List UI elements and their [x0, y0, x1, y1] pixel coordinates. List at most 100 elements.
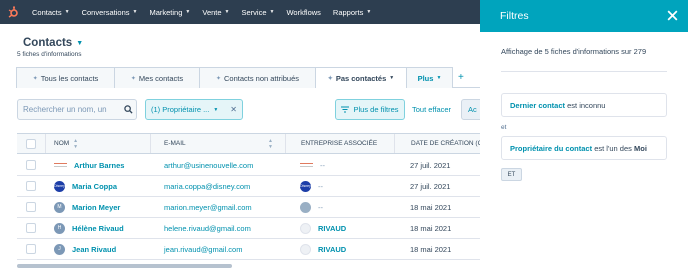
row-select[interactable]: [26, 239, 36, 259]
avatar-text: Disney: [54, 184, 65, 188]
contact-name-link[interactable]: Maria Coppa: [72, 182, 117, 191]
contact-name-link[interactable]: Arthur Barnes: [74, 161, 124, 170]
tab-my-contacts[interactable]: ✦ Mes contacts: [114, 67, 200, 88]
avatar-text: H: [57, 225, 62, 231]
table-row[interactable]: H Hélène Rivaud helene.rivaud@gmail.com R…: [17, 218, 480, 239]
checkbox[interactable]: [26, 160, 36, 170]
nav-item-vente[interactable]: Vente ▼: [196, 8, 235, 17]
panel-title: Filtres: [500, 10, 529, 22]
tab-more-views[interactable]: Plus ▼: [406, 67, 453, 88]
pin-icon: ✦: [32, 75, 38, 82]
email-cell: maria.coppa@disney.com: [164, 176, 250, 196]
sort-icon[interactable]: ▲ ▼: [73, 138, 78, 150]
nav-item-rapports[interactable]: Rapports ▼: [327, 8, 377, 17]
tab-label: Tous les contacts: [40, 73, 99, 83]
email-link[interactable]: marion.meyer@gmail.com: [164, 203, 252, 212]
contact-name-link[interactable]: Hélène Rivaud: [72, 224, 124, 233]
tab-all-contacts[interactable]: ✦ Tous les contacts: [16, 67, 115, 88]
record-count: 5 fiches d'informations: [17, 51, 82, 58]
search-input[interactable]: Rechercher un nom, un: [17, 99, 137, 120]
company-cell: RIVAUD: [300, 239, 346, 259]
checkbox[interactable]: [26, 244, 36, 254]
results-summary: Affichage de 5 fiches d'informations sur…: [501, 47, 647, 56]
filter-property: Dernier contact: [510, 100, 566, 110]
email-link[interactable]: helene.rivaud@gmail.com: [164, 224, 251, 233]
chevron-down-icon: ▼: [76, 39, 84, 47]
sort-icon[interactable]: ▲ ▼: [268, 134, 273, 153]
filter-condition: est l'un des: [592, 143, 634, 153]
divider: [501, 71, 667, 72]
table-row[interactable]: Arthur Barnes arthur@usinenouvelle.com -…: [17, 155, 480, 176]
table-row[interactable]: J Jean Rivaud jean.rivaud@gmail.com RIVAU…: [17, 239, 480, 260]
column-header-company[interactable]: ENTREPRISE ASSOCIÉE: [301, 134, 377, 153]
nav-item-label: Contacts: [32, 7, 62, 17]
tab-unassigned-contacts[interactable]: ✦ Contacts non attribués: [199, 67, 316, 88]
checkbox[interactable]: [26, 202, 36, 212]
nav-item-label: Marketing: [149, 7, 183, 17]
email-link[interactable]: arthur@usinenouvelle.com: [164, 161, 253, 170]
add-view-icon[interactable]: +: [458, 67, 464, 87]
more-filters-button[interactable]: Plus de filtres: [335, 99, 405, 120]
email-cell: helene.rivaud@gmail.com: [164, 218, 251, 238]
contact-name-link[interactable]: Jean Rivaud: [72, 245, 116, 254]
table-row[interactable]: M Marion Meyer marion.meyer@gmail.com -- …: [17, 197, 480, 218]
avatar-text: Disney: [300, 184, 311, 188]
table-row[interactable]: Disney Maria Coppa maria.coppa@disney.com…: [17, 176, 480, 197]
tab-label: Pas contactés: [335, 73, 387, 83]
row-select[interactable]: [26, 197, 36, 217]
nav-item-marketing[interactable]: Marketing ▼: [143, 8, 196, 17]
search-icon[interactable]: [120, 105, 136, 114]
nav-item-label: Workflows: [286, 7, 321, 17]
checkbox[interactable]: [26, 138, 36, 149]
company-name: --: [318, 202, 323, 212]
created-date-cell: 27 juil. 2021: [410, 176, 450, 196]
hubspot-sprocket-icon[interactable]: [0, 0, 26, 24]
column-label: NOM: [54, 140, 70, 147]
filter-chip-label: (1) Propriétaire ...: [151, 105, 210, 114]
row-select[interactable]: [26, 155, 36, 175]
checkbox[interactable]: [26, 223, 36, 233]
company-name[interactable]: RIVAUD: [318, 245, 346, 254]
company-avatar: [300, 163, 313, 167]
contact-avatar: J: [54, 243, 65, 255]
clear-all-link[interactable]: Tout effacer: [412, 105, 451, 114]
email-link[interactable]: maria.coppa@disney.com: [164, 182, 250, 191]
nav-item-conversations[interactable]: Conversations ▼: [76, 8, 144, 17]
filter-card-last-contacted[interactable]: Dernier contact est inconnu: [501, 93, 667, 117]
column-header-name[interactable]: NOM ▲ ▼: [54, 134, 78, 153]
column-label: E-MAIL: [164, 140, 186, 147]
tab-label: Plus: [417, 73, 434, 83]
nav-item-service[interactable]: Service ▼: [236, 8, 281, 17]
chevron-down-icon: ▼: [366, 9, 372, 15]
column-header-email[interactable]: E-MAIL: [164, 134, 186, 153]
checkbox[interactable]: [26, 181, 36, 191]
select-all-checkbox[interactable]: [26, 134, 36, 153]
company-avatar: Disney: [300, 180, 311, 192]
nav-item-workflows[interactable]: Workflows: [280, 8, 326, 17]
chevron-down-icon: ▼: [389, 75, 395, 81]
tab-label: Contacts non attribués: [223, 73, 300, 83]
column-header-created[interactable]: DATE DE CRÉATION (G: [411, 134, 483, 153]
row-select[interactable]: [26, 176, 36, 196]
close-icon[interactable]: ✕: [230, 105, 237, 114]
horizontal-scrollbar[interactable]: [17, 264, 232, 268]
filter-card-contact-owner[interactable]: Propriétaire du contact est l'un des Moi: [501, 136, 667, 160]
page-title[interactable]: Contacts ▼: [23, 37, 83, 49]
nav-item-contacts[interactable]: Contacts ▼: [26, 8, 76, 17]
panel-header: Filtres: [480, 0, 688, 32]
close-icon[interactable]: [666, 9, 679, 22]
email-link[interactable]: jean.rivaud@gmail.com: [164, 245, 242, 254]
company-name[interactable]: RIVAUD: [318, 224, 346, 233]
pin-icon: ✦: [130, 75, 136, 82]
owner-filter-chip[interactable]: (1) Propriétaire ... ▼ ✕: [145, 99, 243, 120]
contact-name-link[interactable]: Marion Meyer: [72, 203, 120, 212]
company-name: --: [318, 181, 323, 191]
tab-not-contacted[interactable]: ✦ Pas contactés ▼: [315, 67, 407, 88]
add-and-filter-button[interactable]: ET: [501, 168, 522, 181]
filters-panel: Filtres Affichage de 5 fiches d'informat…: [480, 0, 688, 271]
company-name: --: [320, 160, 325, 170]
pin-icon: ✦: [215, 75, 221, 82]
row-select[interactable]: [26, 218, 36, 238]
column-label: ENTREPRISE ASSOCIÉE: [301, 140, 378, 147]
contact-name-cell: Disney Maria Coppa: [54, 176, 117, 196]
